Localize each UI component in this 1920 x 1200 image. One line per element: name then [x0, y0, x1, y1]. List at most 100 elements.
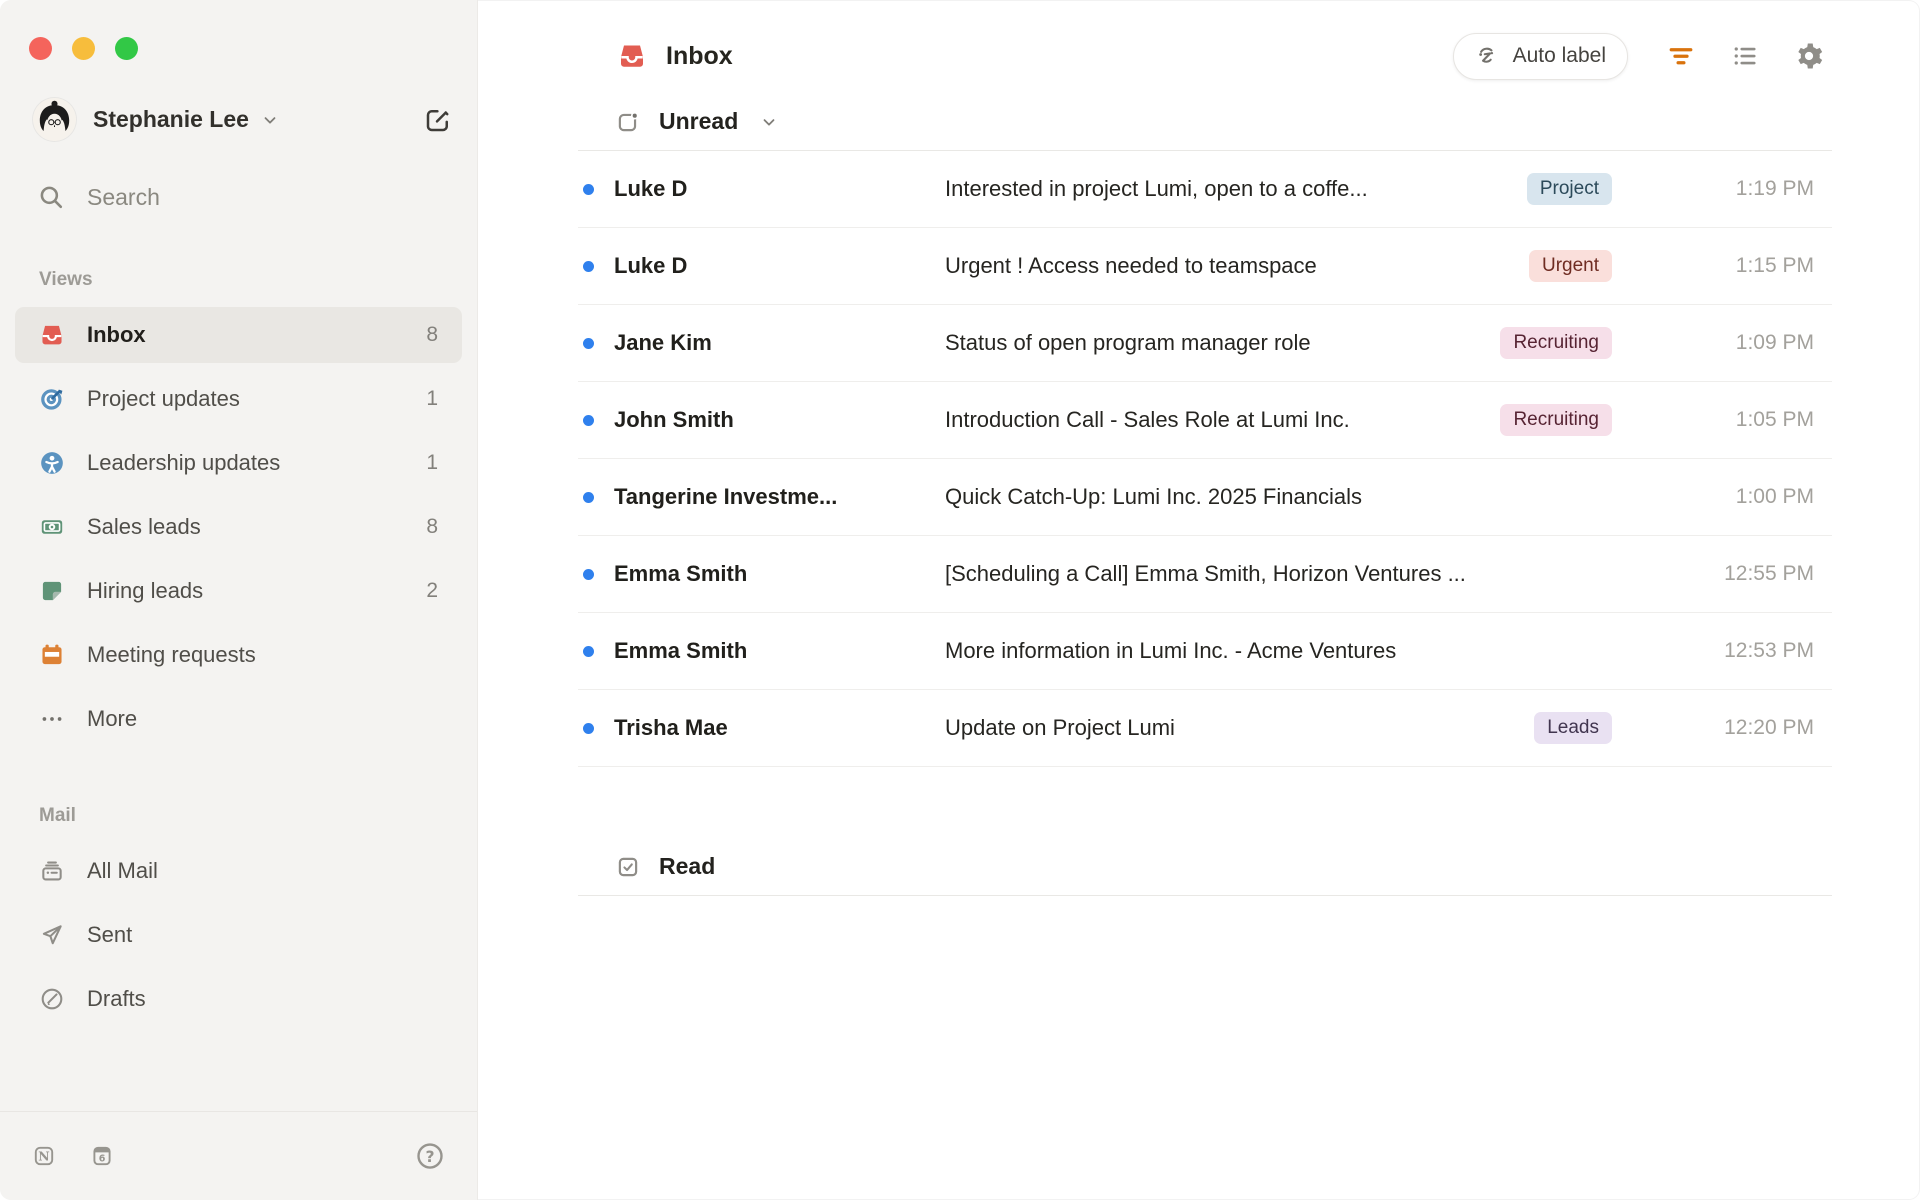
unread-count-badge: 1: [426, 387, 438, 410]
unread-dot: [583, 183, 594, 195]
all-mail-icon: [39, 858, 65, 884]
label-tag: Urgent: [1528, 250, 1612, 282]
email-row[interactable]: Emma Smith More information in Lumi Inc.…: [578, 613, 1832, 690]
sidebar-item-all-mail[interactable]: All Mail: [15, 843, 462, 899]
unread-group-header[interactable]: Unread: [578, 108, 1832, 151]
sent-icon: [39, 922, 65, 948]
note-icon: [39, 578, 65, 604]
email-sender: Emma Smith: [614, 638, 748, 663]
search-button[interactable]: Search: [37, 183, 453, 211]
sidebar: Stephanie Lee Search Views Inbox 8 Proje…: [0, 0, 478, 1200]
email-time: 12:53 PM: [1724, 639, 1814, 662]
sidebar-item-inbox[interactable]: Inbox 8: [15, 307, 462, 363]
unread-square-icon: [615, 109, 641, 135]
email-row[interactable]: Tangerine Investme... Quick Catch-Up: Lu…: [578, 459, 1832, 536]
compose-button[interactable]: [423, 105, 453, 135]
sidebar-item-leadership-updates[interactable]: Leadership updates 1: [15, 435, 462, 491]
email-sender: Trisha Mae: [614, 715, 728, 740]
section-label-mail: Mail: [39, 805, 76, 826]
search-icon: [37, 183, 65, 211]
label-tag: Recruiting: [1500, 327, 1612, 359]
filter-icon[interactable]: [1666, 41, 1696, 71]
sidebar-item-hiring-leads[interactable]: Hiring leads 2: [15, 563, 462, 619]
read-checkbox-icon[interactable]: [615, 854, 641, 880]
minimize-window-button[interactable]: [72, 37, 95, 60]
person-icon: [39, 450, 65, 476]
toolbar: Auto label: [1452, 32, 1824, 80]
unread-count-badge: 2: [426, 579, 438, 602]
email-subject: [Scheduling a Call] Emma Smith, Horizon …: [945, 561, 1466, 586]
read-group-title: Read: [659, 853, 716, 879]
ellipsis-icon: [39, 706, 65, 732]
email-subject: Interested in project Lumi, open to a co…: [945, 176, 1368, 201]
main-header: Inbox Auto label: [478, 0, 1920, 82]
email-subject: Update on Project Lumi: [945, 715, 1175, 740]
email-subject: Status of open program manager role: [945, 330, 1311, 355]
email-subject: More information in Lumi Inc. - Acme Ven…: [945, 638, 1397, 663]
label-tag: Project: [1526, 173, 1612, 205]
settings-gear-icon[interactable]: [1794, 41, 1824, 71]
notion-app-icon[interactable]: N: [32, 1144, 56, 1168]
sidebar-footer: N 6 ?: [0, 1111, 477, 1200]
list-view-icon[interactable]: [1730, 41, 1760, 71]
inbox-icon: [39, 322, 65, 348]
unread-dot: [583, 568, 594, 580]
email-subject: Quick Catch-Up: Lumi Inc. 2025 Financial…: [945, 484, 1362, 509]
account-switcher[interactable]: Stephanie Lee: [33, 98, 453, 141]
section-label-views: Views: [39, 269, 93, 290]
email-time: 1:15 PM: [1735, 254, 1814, 277]
auto-label-button[interactable]: Auto label: [1452, 32, 1628, 80]
svg-text:6: 6: [99, 1153, 106, 1164]
calendar-app-icon[interactable]: 6: [90, 1144, 114, 1168]
email-subject: Urgent ! Access needed to teamspace: [945, 253, 1317, 278]
email-row[interactable]: Luke D Urgent ! Access needed to teamspa…: [578, 228, 1832, 305]
drafts-icon: [39, 986, 65, 1012]
email-time: 12:55 PM: [1724, 562, 1814, 585]
email-row[interactable]: Luke D Interested in project Lumi, open …: [578, 151, 1832, 228]
unread-dot: [583, 491, 594, 503]
sidebar-item-project-updates[interactable]: Project updates 1: [15, 371, 462, 427]
unread-dot: [583, 337, 594, 349]
email-sender: John Smith: [614, 407, 734, 432]
zoom-window-button[interactable]: [115, 37, 138, 60]
email-time: 1:05 PM: [1735, 408, 1814, 431]
avatar: [33, 98, 76, 141]
email-time: 1:09 PM: [1735, 331, 1814, 354]
sidebar-item-sent[interactable]: Sent: [15, 907, 462, 963]
auto-label-icon: [1475, 43, 1501, 69]
email-row[interactable]: John Smith Introduction Call - Sales Rol…: [578, 382, 1832, 459]
account-name: Stephanie Lee: [93, 106, 249, 132]
email-sender: Luke D: [614, 253, 688, 278]
email-sender: Tangerine Investme...: [614, 484, 838, 509]
sidebar-item-sales-leads[interactable]: Sales leads 8: [15, 499, 462, 555]
sidebar-item-drafts[interactable]: Drafts: [15, 971, 462, 1027]
email-subject: Introduction Call - Sales Role at Lumi I…: [945, 407, 1350, 432]
help-icon[interactable]: ?: [415, 1141, 445, 1171]
email-row[interactable]: Emma Smith [Scheduling a Call] Emma Smit…: [578, 536, 1832, 613]
email-row[interactable]: Jane Kim Status of open program manager …: [578, 305, 1832, 382]
chevron-down-icon: [261, 111, 279, 129]
inbox-icon: [617, 41, 647, 71]
sidebar-item-more[interactable]: More: [15, 691, 462, 747]
email-time: 1:19 PM: [1735, 177, 1814, 200]
target-icon: [39, 386, 65, 412]
window-controls: [0, 0, 477, 60]
email-sender: Jane Kim: [614, 330, 712, 355]
page-title: Inbox: [666, 41, 733, 70]
label-tag: Recruiting: [1500, 404, 1612, 436]
unread-dot: [583, 645, 594, 657]
unread-count-badge: 8: [426, 515, 438, 538]
email-sender: Luke D: [614, 176, 688, 201]
close-window-button[interactable]: [29, 37, 52, 60]
cash-icon: [39, 514, 65, 540]
email-row[interactable]: Trisha Mae Update on Project Lumi Leads …: [578, 690, 1832, 767]
read-group-header[interactable]: Read: [578, 853, 1832, 896]
search-label: Search: [87, 183, 160, 210]
app-window: Stephanie Lee Search Views Inbox 8 Proje…: [0, 0, 1920, 1200]
unread-dot: [583, 414, 594, 426]
svg-text:N: N: [38, 1149, 49, 1164]
chevron-down-icon[interactable]: [760, 113, 778, 131]
label-tag: Leads: [1534, 712, 1612, 744]
sidebar-item-meeting-requests[interactable]: Meeting requests: [15, 627, 462, 683]
unread-dot: [583, 260, 594, 272]
